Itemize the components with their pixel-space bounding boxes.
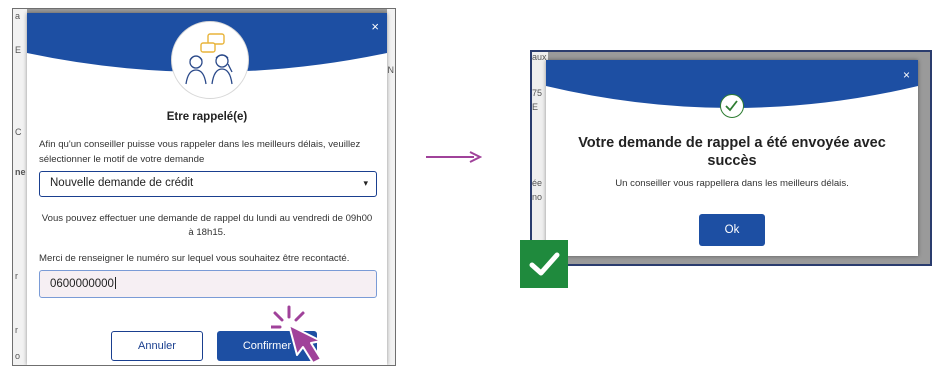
text-cursor — [114, 277, 116, 289]
background-text: C — [15, 127, 22, 137]
background-page-right — [387, 9, 395, 365]
background-text: o — [15, 351, 21, 361]
close-icon[interactable]: × — [903, 68, 910, 82]
success-check-icon — [720, 94, 744, 118]
background-text: ne — [15, 167, 26, 177]
success-subtitle: Un conseiller vous rappellera dans les m… — [615, 178, 849, 189]
background-text: N — [387, 65, 395, 75]
ok-button[interactable]: Ok — [699, 214, 765, 246]
success-screenshot: aux 75 E ée no × Votre demande de rappel… — [530, 50, 932, 266]
callback-screenshot: a E C ne r r o N × Etre rappelé(e) Afin … — [12, 8, 396, 366]
people-talking-icon — [185, 33, 233, 85]
cancel-button[interactable]: Annuler — [111, 331, 203, 361]
phone-input-value: 0600000000 — [50, 278, 114, 290]
click-pointer-icon — [271, 305, 322, 364]
background-text: r — [15, 325, 18, 335]
success-title: Votre demande de rappel a été envoyée av… — [578, 135, 886, 169]
reason-select[interactable]: Nouvelle demande de crédit ▾ — [39, 171, 377, 197]
phone-prompt-label: Merci de renseigner le numéro sur lequel… — [39, 253, 350, 264]
checkmark-icon — [529, 252, 560, 276]
reason-select-value: Nouvelle demande de crédit — [50, 177, 194, 189]
background-text: E — [532, 102, 539, 112]
modal-title: Etre rappelé(e) — [166, 111, 248, 123]
background-text: 75 — [532, 88, 543, 98]
background-page-left — [13, 9, 27, 365]
background-text: r — [15, 271, 18, 281]
arrow-right-icon — [426, 151, 482, 163]
chevron-down-icon: ▾ — [363, 178, 368, 188]
success-modal: × Votre demande de rappel a été envoyée … — [546, 60, 918, 256]
background-text: aux — [532, 52, 547, 62]
close-icon[interactable]: × — [371, 19, 379, 34]
phone-input[interactable]: 0600000000 — [39, 270, 377, 298]
background-text: a — [15, 11, 21, 21]
background-text: ée — [532, 178, 543, 188]
background-text: no — [532, 192, 543, 202]
callback-illustration — [171, 21, 249, 99]
modal-intro-text: Afin qu'un conseiller puisse vous rappel… — [39, 139, 361, 165]
background-text: E — [15, 45, 22, 55]
success-badge — [520, 240, 568, 288]
availability-text: Vous pouvez effectuer une demande de rap… — [41, 213, 373, 238]
